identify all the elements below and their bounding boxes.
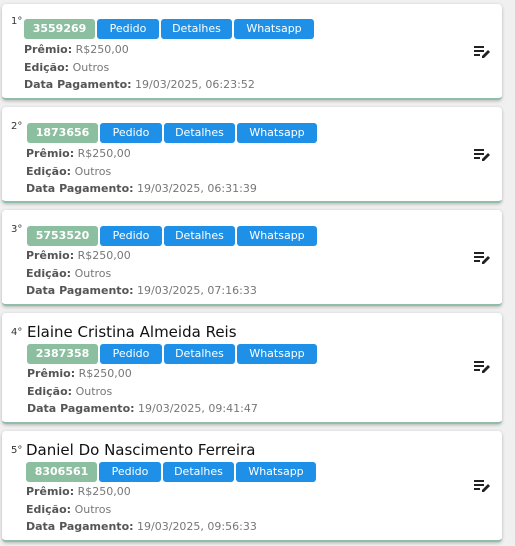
data-pagamento-value: 19/03/2025, 07:16:33: [137, 284, 257, 297]
premio-label: Prêmio:: [26, 249, 75, 262]
edicao-row: Edição: Outros: [26, 501, 257, 519]
detalhes-button[interactable]: Detalhes: [163, 462, 234, 482]
whatsapp-button[interactable]: Whatsapp: [234, 19, 314, 39]
detalhes-button[interactable]: Detalhes: [161, 19, 232, 39]
playlist-edit-icon[interactable]: [473, 478, 491, 494]
playlist-edit-icon[interactable]: [473, 44, 491, 60]
edicao-row: Edição: Outros: [26, 265, 257, 283]
edicao-value: Outros: [74, 164, 112, 178]
pedido-button[interactable]: Pedido: [99, 462, 161, 482]
edicao-value: Outros: [75, 384, 113, 398]
rank-label: 4°: [11, 327, 23, 338]
winner-name: Elaine Cristina Almeida Reis: [27, 323, 237, 341]
pedido-button[interactable]: Pedido: [100, 123, 162, 143]
ticket-number-badge: 3559269: [24, 19, 95, 39]
premio-row: Prêmio: R$250,00: [24, 41, 255, 59]
premio-label: Prêmio:: [26, 485, 75, 498]
data-pagamento-value: 19/03/2025, 06:31:39: [137, 182, 257, 195]
winner-card: 2° 1873656 Pedido Detalhes Whatsapp Prêm…: [2, 107, 502, 203]
card-button-row: 2387358 Pedido Detalhes Whatsapp: [24, 344, 317, 364]
premio-label: Prêmio:: [24, 43, 73, 56]
winner-card: 4° Elaine Cristina Almeida Reis 2387358 …: [2, 313, 502, 424]
edicao-label: Edição:: [26, 266, 72, 280]
winner-details: Prêmio: R$250,00 Edição: Outros Data Pag…: [26, 145, 257, 198]
winner-details: Prêmio: R$250,00 Edição: Outros Data Pag…: [26, 483, 257, 536]
rank-label: 5°: [11, 445, 23, 456]
edicao-row: Edição: Outros: [24, 59, 255, 77]
whatsapp-button[interactable]: Whatsapp: [236, 462, 316, 482]
card-button-row: 3559269 Pedido Detalhes Whatsapp: [24, 19, 314, 39]
ticket-number-badge: 8306561: [26, 462, 97, 482]
winner-details: Prêmio: R$250,00 Edição: Outros Data Pag…: [26, 247, 257, 300]
card-button-row: 8306561 Pedido Detalhes Whatsapp: [24, 462, 316, 482]
winner-card: 3° 5753520 Pedido Detalhes Whatsapp Prêm…: [2, 210, 502, 306]
premio-value: R$250,00: [77, 249, 131, 262]
playlist-edit-icon[interactable]: [473, 147, 491, 163]
edicao-value: Outros: [74, 266, 112, 280]
premio-value: R$250,00: [77, 485, 131, 498]
premio-label: Prêmio:: [27, 367, 76, 380]
edicao-row: Edição: Outros: [27, 383, 258, 401]
pedido-button[interactable]: Pedido: [100, 226, 162, 246]
edicao-label: Edição:: [24, 60, 70, 74]
ticket-number-badge: 5753520: [27, 226, 98, 246]
data-pagamento-label: Data Pagamento:: [27, 402, 135, 415]
data-pagamento-label: Data Pagamento:: [26, 520, 134, 533]
edicao-row: Edição: Outros: [26, 163, 257, 181]
premio-value: R$250,00: [75, 43, 129, 56]
pedido-button[interactable]: Pedido: [100, 344, 162, 364]
whatsapp-button[interactable]: Whatsapp: [237, 123, 317, 143]
data-pagamento-value: 19/03/2025, 09:56:33: [137, 520, 257, 533]
detalhes-button[interactable]: Detalhes: [164, 226, 235, 246]
premio-row: Prêmio: R$250,00: [26, 483, 257, 501]
data-pagamento-label: Data Pagamento:: [26, 284, 134, 297]
data-pagamento-row: Data Pagamento: 19/03/2025, 09:41:47: [27, 400, 258, 418]
data-pagamento-row: Data Pagamento: 19/03/2025, 09:56:33: [26, 518, 257, 536]
data-pagamento-label: Data Pagamento:: [24, 78, 132, 91]
whatsapp-button[interactable]: Whatsapp: [237, 226, 317, 246]
rank-label: 1°: [11, 16, 23, 27]
winner-card: 5° Daniel Do Nascimento Ferreira 8306561…: [2, 431, 502, 542]
premio-row: Prêmio: R$250,00: [26, 145, 257, 163]
edicao-value: Outros: [72, 60, 110, 74]
edicao-value: Outros: [74, 502, 112, 516]
winner-card: 1° 3559269 Pedido Detalhes Whatsapp Prêm…: [2, 4, 502, 100]
detalhes-button[interactable]: Detalhes: [164, 123, 235, 143]
winner-details: Prêmio: R$250,00 Edição: Outros Data Pag…: [24, 41, 255, 94]
data-pagamento-value: 19/03/2025, 09:41:47: [138, 402, 258, 415]
edicao-label: Edição:: [27, 384, 73, 398]
data-pagamento-row: Data Pagamento: 19/03/2025, 07:16:33: [26, 282, 257, 300]
data-pagamento-row: Data Pagamento: 19/03/2025, 06:23:52: [24, 76, 255, 94]
premio-label: Prêmio:: [26, 147, 75, 160]
card-button-row: 5753520 Pedido Detalhes Whatsapp: [24, 226, 317, 246]
data-pagamento-label: Data Pagamento:: [26, 182, 134, 195]
premio-row: Prêmio: R$250,00: [26, 247, 257, 265]
premio-row: Prêmio: R$250,00: [27, 365, 258, 383]
winner-name: Daniel Do Nascimento Ferreira: [26, 441, 256, 459]
ticket-number-badge: 1873656: [27, 123, 98, 143]
data-pagamento-value: 19/03/2025, 06:23:52: [135, 78, 255, 91]
edicao-label: Edição:: [26, 502, 72, 516]
playlist-edit-icon[interactable]: [473, 359, 491, 375]
whatsapp-button[interactable]: Whatsapp: [237, 344, 317, 364]
playlist-edit-icon[interactable]: [473, 250, 491, 266]
edicao-label: Edição:: [26, 164, 72, 178]
detalhes-button[interactable]: Detalhes: [164, 344, 235, 364]
winner-details: Prêmio: R$250,00 Edição: Outros Data Pag…: [27, 365, 258, 418]
premio-value: R$250,00: [78, 367, 132, 380]
data-pagamento-row: Data Pagamento: 19/03/2025, 06:31:39: [26, 180, 257, 198]
ticket-number-badge: 2387358: [27, 344, 98, 364]
pedido-button[interactable]: Pedido: [97, 19, 159, 39]
rank-label: 2°: [11, 121, 23, 132]
premio-value: R$250,00: [77, 147, 131, 160]
card-button-row: 1873656 Pedido Detalhes Whatsapp: [24, 123, 317, 143]
rank-label: 3°: [11, 224, 23, 235]
